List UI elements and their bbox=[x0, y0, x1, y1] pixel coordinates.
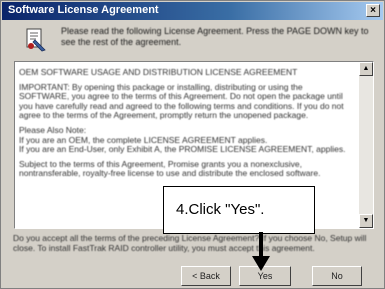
license-paragraph: IMPORTANT: By opening this package or in… bbox=[19, 81, 344, 121]
license-paragraph: Subject to the terms of this Agreement, … bbox=[19, 158, 321, 179]
back-button[interactable]: < Back bbox=[181, 266, 231, 286]
accept-prompt: Do you accept all the terms of the prece… bbox=[13, 233, 367, 253]
license-dialog: Software License Agreement × Please read… bbox=[0, 0, 385, 289]
license-heading: OEM SOFTWARE USAGE AND DISTRIBUTION LICE… bbox=[19, 67, 298, 77]
vertical-scrollbar[interactable]: ▲ ▼ bbox=[359, 62, 373, 228]
close-button[interactable]: × bbox=[366, 4, 380, 17]
license-paragraph: Please Also Note: If you are an OEM, the… bbox=[19, 124, 346, 155]
header-instructions: Please read the following License Agreem… bbox=[61, 26, 369, 47]
scroll-up-button[interactable]: ▲ bbox=[359, 62, 373, 76]
window-title: Software License Agreement bbox=[8, 4, 159, 16]
scroll-down-button[interactable]: ▼ bbox=[359, 214, 373, 228]
callout-text: 4.Click "Yes". bbox=[176, 201, 265, 218]
title-bar[interactable]: Software License Agreement × bbox=[2, 2, 383, 20]
instruction-callout: 4.Click "Yes". bbox=[163, 186, 315, 234]
license-document-icon bbox=[26, 28, 46, 52]
license-text: OEM SOFTWARE USAGE AND DISTRIBUTION LICE… bbox=[19, 67, 352, 184]
arrow-down-icon bbox=[252, 232, 270, 271]
no-button[interactable]: No bbox=[312, 266, 362, 286]
